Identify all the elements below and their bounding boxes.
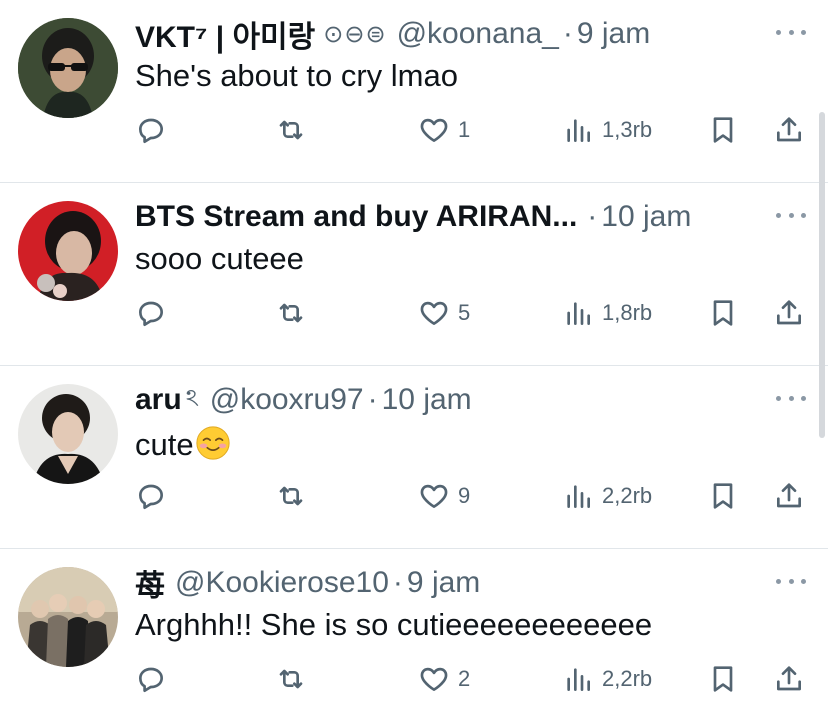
reply-icon (139, 301, 163, 327)
action-bar: 5 1,8rb (135, 283, 810, 343)
bookmark-button[interactable] (707, 649, 739, 709)
views-button[interactable]: 1,3rb (562, 100, 652, 160)
action-bar: 9 2,2rb (135, 466, 810, 526)
display-name[interactable]: BTS Stream and buy ARIRAN... (135, 200, 577, 234)
reply-button[interactable] (135, 283, 167, 343)
more-icon[interactable] (776, 571, 806, 591)
like-count: 2 (458, 666, 471, 691)
reply-item[interactable]: 苺 @Kookierose10 · 9 jam Arghhh!! She is … (0, 549, 828, 727)
avatar[interactable] (18, 567, 118, 667)
retweet-button[interactable] (275, 466, 307, 526)
like-icon (420, 118, 448, 142)
bookmark-icon (713, 666, 733, 692)
display-name[interactable]: aru (135, 383, 182, 417)
share-icon (777, 666, 801, 691)
avatar[interactable] (18, 201, 118, 301)
more-icon[interactable] (776, 205, 806, 225)
timestamp[interactable]: 10 jam (601, 200, 691, 234)
separator-dot: · (562, 17, 573, 50)
share-button[interactable] (773, 649, 805, 709)
share-icon (777, 300, 801, 325)
views-count: 1,3rb (602, 117, 653, 142)
separator-dot: · (367, 383, 378, 416)
user-handle[interactable]: @kooxru97 (210, 383, 364, 417)
views-button[interactable]: 1,8rb (562, 283, 652, 343)
like-count: 5 (458, 300, 471, 325)
like-button[interactable]: 9 (418, 466, 470, 526)
like-count: 9 (458, 483, 471, 508)
reply-icon (139, 667, 163, 693)
retweet-button[interactable] (275, 283, 307, 343)
bookmark-button[interactable] (707, 100, 739, 160)
reply-text: sooo cuteee (135, 241, 304, 276)
share-icon (777, 117, 801, 142)
separator-dot: · (587, 200, 598, 233)
reply-button[interactable] (135, 649, 167, 709)
retweet-icon (279, 303, 303, 323)
more-icon[interactable] (776, 388, 806, 408)
share-icon (777, 483, 801, 508)
reply-button[interactable] (135, 466, 167, 526)
like-icon (420, 301, 448, 325)
retweet-icon (279, 669, 303, 689)
action-bar: 1 1,3rb (135, 100, 810, 160)
bookmark-icon (713, 483, 733, 509)
views-button[interactable]: 2,2rb (562, 649, 652, 709)
share-button[interactable] (773, 100, 805, 160)
share-button[interactable] (773, 466, 805, 526)
views-icon (567, 485, 590, 508)
reply-text: cute (135, 427, 194, 462)
timestamp[interactable]: 9 jam (577, 17, 650, 51)
like-icon (420, 667, 448, 691)
timestamp[interactable]: 9 jam (407, 566, 480, 600)
display-name[interactable]: VKT⁷ | 아미랑 (135, 12, 315, 56)
bookmark-icon (713, 117, 733, 143)
timestamp[interactable]: 10 jam (382, 383, 472, 417)
bookmark-button[interactable] (707, 466, 739, 526)
reply-icon (139, 118, 163, 144)
like-button[interactable]: 5 (418, 283, 470, 343)
like-button[interactable]: 2 (418, 649, 470, 709)
retweet-icon (279, 120, 303, 140)
like-button[interactable]: 1 (418, 100, 470, 160)
retweet-button[interactable] (275, 100, 307, 160)
views-icon (567, 119, 590, 142)
reply-button[interactable] (135, 100, 167, 160)
reply-text: Arghhh!! She is so cutieeeeeeeeeeee (135, 607, 653, 642)
display-name[interactable]: 苺 (135, 561, 165, 605)
retweet-icon (279, 486, 303, 506)
name-badges: ঽ (185, 385, 200, 412)
reply-item[interactable]: BTS Stream and buy ARIRAN... · 10 jam so… (0, 183, 828, 366)
name-badges: ⊙⊖⊜ (323, 20, 387, 48)
scrollbar[interactable] (819, 112, 825, 438)
like-count: 1 (458, 117, 471, 142)
reply-text: She's about to cry lmao (135, 58, 458, 93)
views-count: 2,2rb (602, 666, 653, 691)
share-button[interactable] (773, 283, 805, 343)
bookmark-icon (713, 300, 733, 326)
smiling-face-emoji (195, 426, 230, 460)
reply-item[interactable]: VKT⁷ | 아미랑 ⊙⊖⊜ @koonana_ · 9 jam She's a… (0, 0, 828, 183)
reply-icon (139, 484, 163, 510)
views-icon (567, 302, 590, 325)
user-handle[interactable]: @koonana_ (397, 17, 559, 51)
user-handle[interactable]: @Kookierose10 (175, 566, 389, 600)
bookmark-button[interactable] (707, 283, 739, 343)
more-icon[interactable] (776, 22, 806, 42)
separator-dot: · (392, 566, 403, 599)
reply-text-container: cute (135, 424, 232, 463)
avatar[interactable] (18, 18, 118, 118)
reply-item[interactable]: aru ঽ @kooxru97 · 10 jam cute 9 2,2rb (0, 366, 828, 549)
views-count: 2,2rb (602, 483, 653, 508)
avatar[interactable] (18, 384, 118, 484)
retweet-button[interactable] (275, 649, 307, 709)
views-count: 1,8rb (602, 300, 653, 325)
like-icon (420, 484, 448, 508)
action-bar: 2 2,2rb (135, 649, 810, 709)
views-button[interactable]: 2,2rb (562, 466, 652, 526)
views-icon (567, 668, 590, 691)
